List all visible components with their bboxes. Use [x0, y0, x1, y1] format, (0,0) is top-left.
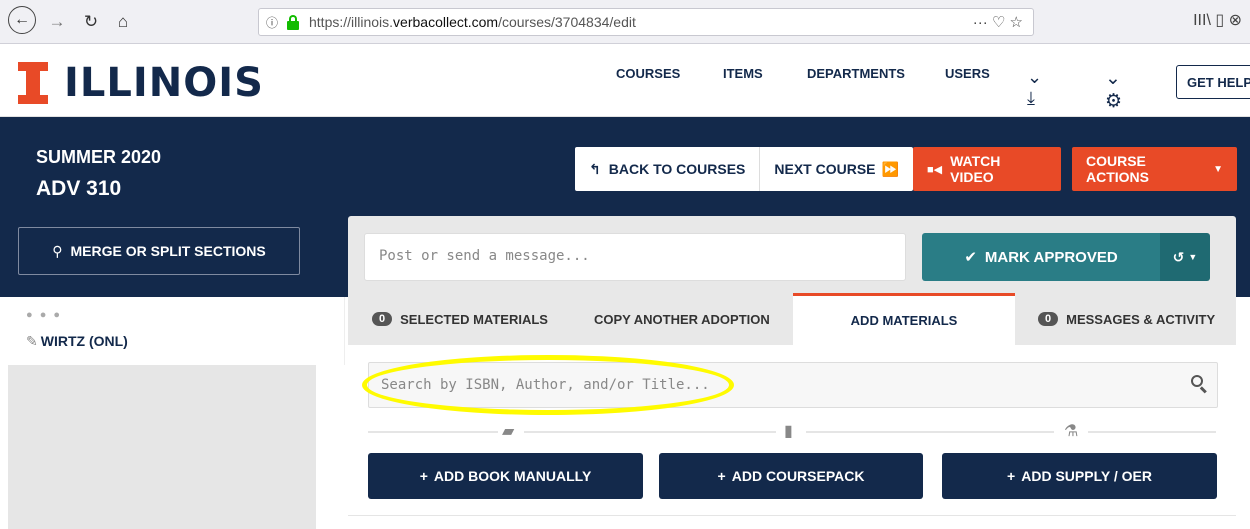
add-coursepack-label: ADD COURSEPACK — [731, 468, 865, 484]
back-arrow-icon[interactable]: ← — [8, 6, 36, 34]
download-icon[interactable]: ⌄ ⤓ — [1027, 67, 1042, 109]
more-dots-icon[interactable]: ● ● ● — [26, 309, 62, 321]
url-path: /courses/3704834/edit — [498, 14, 636, 30]
tab-selected-label: SELECTED MATERIALS — [400, 311, 548, 327]
url-bar[interactable]: ⓘ https://illinois.verbacollect.com/cour… — [258, 8, 1034, 36]
plus-icon: + — [1007, 468, 1016, 484]
caret-down-icon: ▼ — [1188, 252, 1198, 262]
sections-empty-area — [8, 365, 316, 529]
merge-split-sections-button[interactable]: ⚲ MERGE OR SPLIT SECTIONS — [18, 227, 300, 275]
home-icon[interactable]: ⌂ — [112, 10, 134, 34]
plus-icon: + — [419, 468, 428, 484]
undo-icon: ↺ — [1172, 248, 1185, 265]
course-nav-group: ↰ BACK TO COURSES NEXT COURSE ⏩ — [575, 147, 913, 191]
divider — [806, 431, 1054, 433]
caret-down-icon: ▼ — [1213, 163, 1223, 175]
page-actions-icons[interactable]: ··· ♡ ☆ — [973, 13, 1023, 31]
info-icon[interactable]: ⓘ — [261, 14, 283, 31]
nav-items[interactable]: ITEMS — [723, 66, 773, 81]
illinois-logo[interactable]: ILLINOIS — [18, 62, 264, 104]
plus-icon: + — [717, 468, 726, 484]
tab-add-materials[interactable]: ADD MATERIALS — [793, 293, 1015, 345]
mark-approved-label: MARK APPROVED — [984, 248, 1118, 266]
course-actions-button[interactable]: COURSE ACTIONS ▼ — [1072, 147, 1237, 191]
course-actions-label: COURSE ACTIONS — [1086, 153, 1149, 185]
materials-panel: Post or send a message... ✔ MARK APPROVED… — [348, 216, 1236, 529]
watch-video-label: WATCH VIDEO — [950, 153, 1001, 185]
add-supply-label: ADD SUPPLY / OER — [1021, 468, 1152, 484]
back-to-courses-label: BACK TO COURSES — [608, 161, 746, 177]
watch-video-button[interactable]: ■◀ WATCH VIDEO — [913, 147, 1061, 191]
nav-courses[interactable]: COURSES — [616, 66, 686, 81]
url-text[interactable]: https://illinois.verbacollect.com/course… — [309, 14, 636, 30]
tab-messages-label: MESSAGES & ACTIVITY — [1066, 311, 1216, 327]
url-scheme: https://illinois. — [309, 14, 394, 30]
divider — [348, 515, 1236, 516]
search-icon[interactable] — [1190, 374, 1208, 394]
section-name-label: WIRTZ (ONL) — [40, 333, 128, 349]
add-supply-oer-button[interactable]: + ADD SUPPLY / OER — [942, 453, 1217, 499]
sections-panel: ● ● ● ✎ WIRTZ (ONL) — [0, 297, 345, 529]
next-course-label: NEXT COURSE — [774, 161, 876, 177]
block-i-icon — [18, 62, 48, 104]
materials-tabs: 0 SELECTED MATERIALS COPY ANOTHER ADOPTIO… — [348, 293, 1236, 345]
get-help-button[interactable]: GET HELP — [1176, 65, 1250, 99]
merge-split-label: MERGE OR SPLIT SECTIONS — [70, 243, 266, 259]
course-term: SUMMER 2020 — [36, 147, 162, 167]
video-camera-icon: ■◀ — [927, 163, 943, 176]
fast-forward-icon: ⏩ — [881, 160, 899, 177]
search-input[interactable]: Search by ISBN, Author, and/or Title... — [368, 362, 1218, 408]
gear-icon[interactable]: ⌄ ⚙ — [1105, 67, 1122, 113]
tab-copy-adoption[interactable]: COPY ANOTHER ADOPTION — [594, 293, 770, 345]
add-coursepack-button[interactable]: + ADD COURSEPACK — [659, 453, 923, 499]
back-to-courses-button[interactable]: ↰ BACK TO COURSES — [575, 147, 759, 191]
message-input[interactable]: Post or send a message... — [364, 233, 906, 281]
messages-count-badge: 0 — [1038, 312, 1059, 326]
add-book-manually-button[interactable]: + ADD BOOK MANUALLY — [368, 453, 643, 499]
section-name: ✎ WIRTZ (ONL) — [26, 333, 128, 350]
url-host: verbacollect.com — [393, 14, 499, 30]
divider — [1088, 431, 1216, 433]
section-card[interactable]: ● ● ● ✎ WIRTZ (ONL) — [8, 297, 345, 365]
sitemap-icon: ⚲ — [52, 242, 63, 259]
check-icon: ✔ — [964, 249, 977, 266]
add-materials-content: Search by ISBN, Author, and/or Title... … — [348, 345, 1236, 529]
file-icon: ▮ — [784, 423, 793, 440]
add-book-label: ADD BOOK MANUALLY — [433, 468, 592, 484]
site-header: ILLINOIS COURSES ITEMS DEPARTMENTS USERS… — [0, 44, 1250, 117]
logo-wordmark: ILLINOIS — [64, 60, 264, 106]
tab-selected-materials[interactable]: 0 SELECTED MATERIALS — [372, 293, 548, 345]
forward-arrow-icon[interactable]: → — [46, 10, 68, 34]
divider — [368, 431, 498, 433]
next-course-button[interactable]: NEXT COURSE ⏩ — [759, 147, 913, 191]
reply-arrow-icon: ↰ — [589, 160, 601, 177]
pencil-icon[interactable]: ✎ — [26, 333, 38, 349]
nav-users[interactable]: USERS — [945, 66, 995, 81]
browser-toolbar: ← → ↻ ⌂ ⓘ https://illinois.verbacollect.… — [0, 0, 1250, 44]
reload-icon[interactable]: ↻ — [80, 10, 102, 34]
course-code: ADV 310 — [36, 177, 122, 200]
nav-departments[interactable]: DEPARTMENTS — [807, 66, 907, 81]
mark-approved-button[interactable]: ✔ MARK APPROVED — [922, 233, 1160, 281]
flask-icon: ⚗ — [1064, 423, 1079, 440]
divider — [524, 431, 776, 433]
undo-dropdown-button[interactable]: ↺ ▼ — [1160, 233, 1210, 281]
book-icon: ▰ — [502, 423, 515, 440]
selected-count-badge: 0 — [372, 312, 393, 326]
browser-toolbar-icons[interactable]: III\ ▯ ⊗ — [1193, 10, 1242, 30]
lock-icon — [285, 15, 301, 30]
tab-messages-activity[interactable]: 0 MESSAGES & ACTIVITY — [1038, 293, 1215, 345]
